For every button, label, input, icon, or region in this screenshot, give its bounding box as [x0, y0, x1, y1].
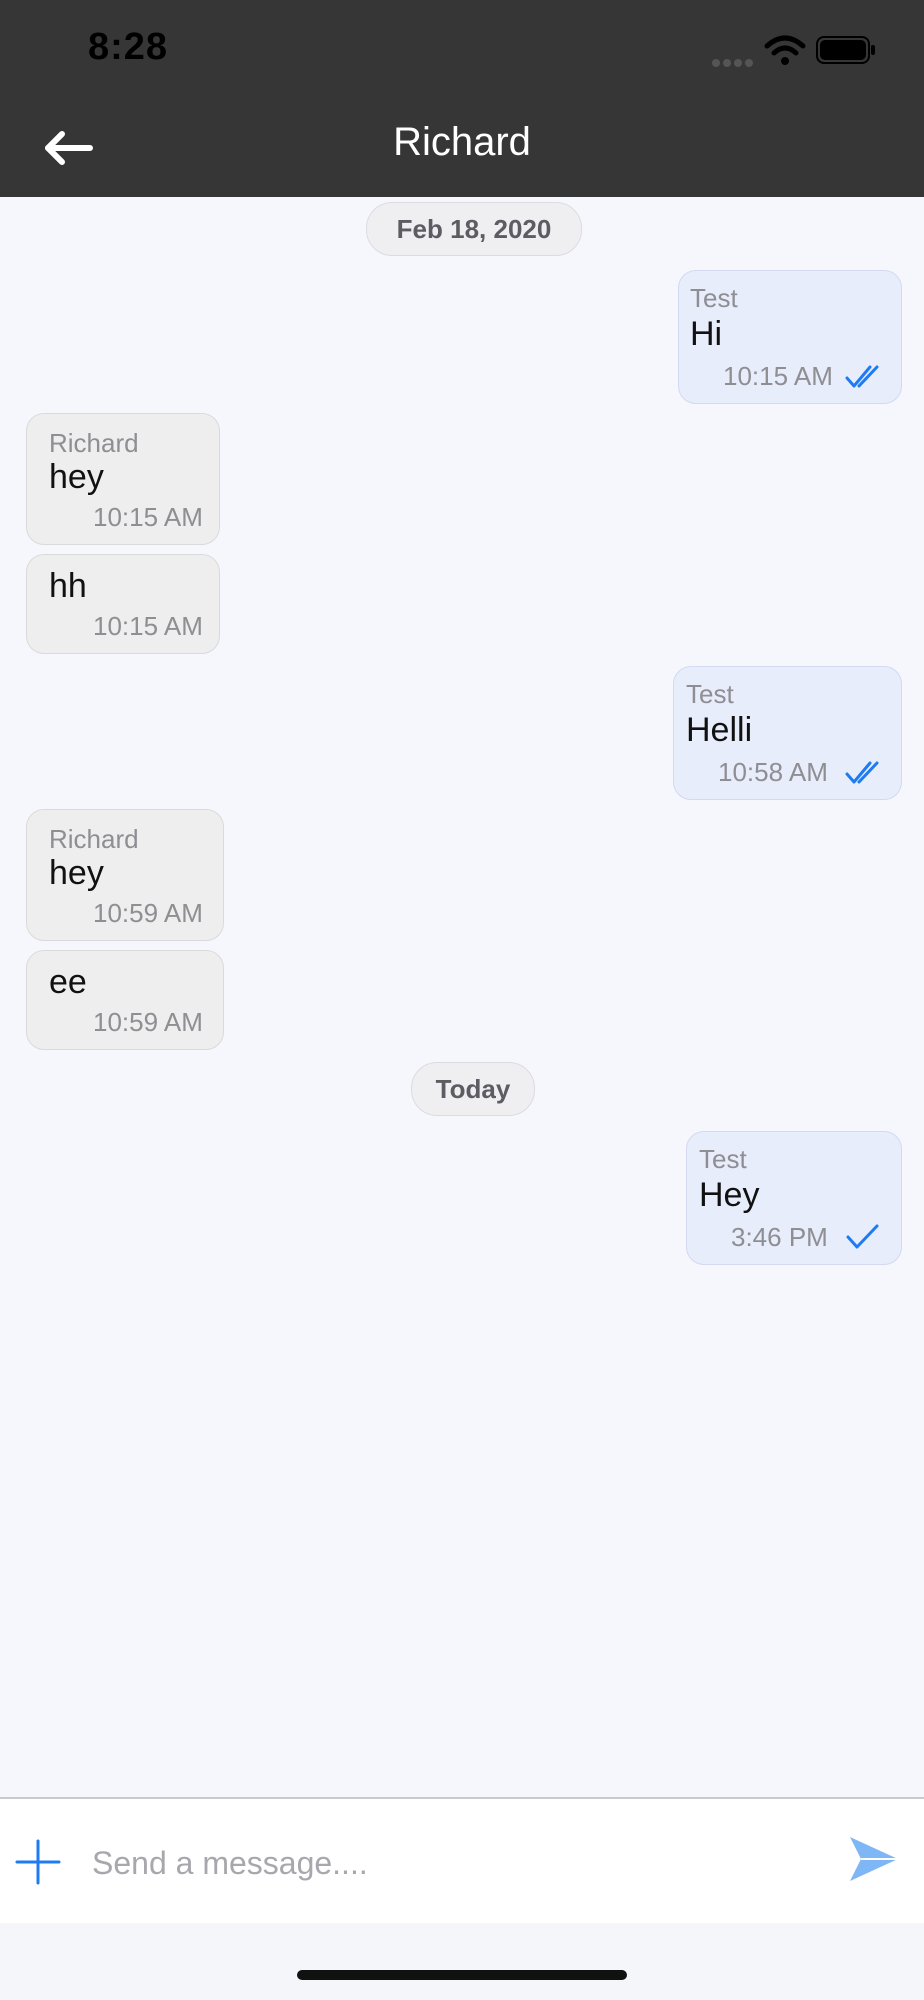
send-button[interactable]: [848, 1834, 900, 1884]
message-text: hey: [49, 854, 104, 892]
page-title: Richard: [393, 120, 531, 164]
double-check-icon: [845, 365, 879, 388]
incoming-message[interactable]: Richard hey 10:15 AM: [26, 413, 220, 545]
message-text: Helli: [686, 711, 753, 749]
outgoing-message[interactable]: Test Hi 10:15 AM: [678, 270, 902, 404]
message-time: 10:15 AM: [93, 502, 203, 532]
incoming-message[interactable]: ee 10:59 AM: [26, 950, 224, 1050]
cellular-signal-icon: [712, 54, 758, 67]
incoming-message[interactable]: Richard hey 10:59 AM: [26, 809, 224, 941]
message-time: 10:15 AM: [723, 361, 833, 391]
date-label: Today: [435, 1074, 511, 1104]
message-time: 10:59 AM: [93, 898, 203, 928]
battery-icon: [816, 36, 875, 64]
sender-name: Richard: [49, 824, 139, 854]
sender-name: Test: [686, 679, 734, 709]
wifi-icon: [764, 35, 806, 65]
add-attachment-button[interactable]: [14, 1838, 62, 1886]
message-time: 10:15 AM: [93, 611, 203, 641]
date-label: Feb 18, 2020: [396, 214, 552, 244]
double-check-icon: [845, 761, 879, 784]
message-text: ee: [49, 963, 87, 1001]
sender-name: Test: [699, 1144, 747, 1174]
check-icon: [846, 1224, 879, 1249]
outgoing-message[interactable]: Test Hey 3:46 PM: [686, 1131, 902, 1265]
date-separator: Feb 18, 2020: [366, 202, 582, 256]
status-time: 8:28: [88, 26, 169, 68]
message-text: hh: [49, 567, 87, 605]
message-input[interactable]: [92, 1832, 822, 1894]
home-indicator[interactable]: [297, 1970, 627, 1980]
send-icon: [850, 1837, 898, 1881]
plus-icon: [15, 1839, 61, 1885]
incoming-message[interactable]: hh 10:15 AM: [26, 554, 220, 654]
message-text: Hey: [699, 1176, 760, 1214]
date-separator: Today: [411, 1062, 535, 1116]
message-time: 10:59 AM: [93, 1007, 203, 1037]
message-text: Hi: [690, 315, 723, 353]
sender-name: Richard: [49, 428, 139, 458]
message-text: hey: [49, 458, 104, 496]
message-time: 3:46 PM: [731, 1222, 828, 1252]
bottom-safe-area: [0, 1923, 924, 2000]
outgoing-message[interactable]: Test Helli 10:58 AM: [673, 666, 902, 800]
sender-name: Test: [690, 283, 738, 313]
message-time: 10:58 AM: [718, 757, 828, 787]
